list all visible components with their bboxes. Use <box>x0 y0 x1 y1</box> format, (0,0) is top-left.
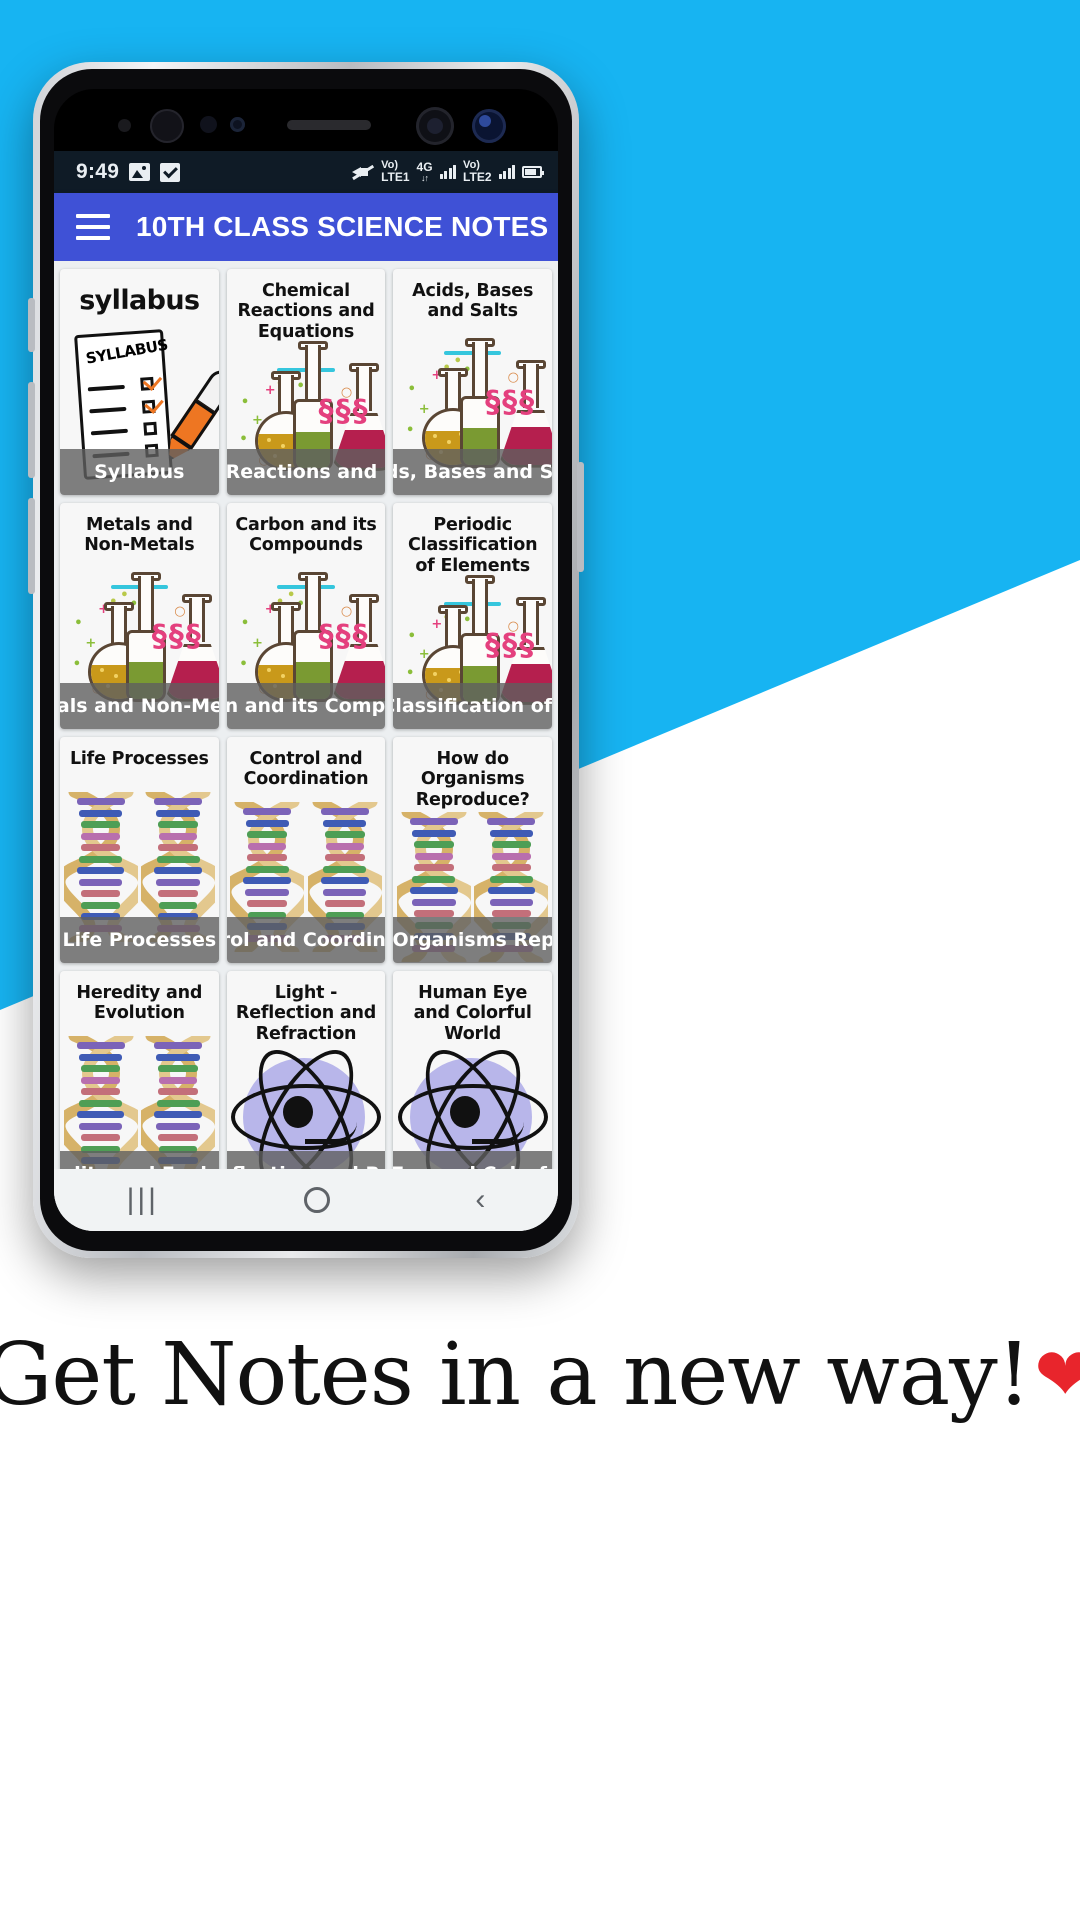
chapter-card[interactable]: Acids, Bases and Salts • + • + • • • ○ –… <box>393 269 552 495</box>
phone-button-volume-down[interactable] <box>28 498 35 594</box>
signal-bars-icon <box>439 164 457 180</box>
app-bar: 10TH CLASS SCIENCE NOTES <box>54 193 558 261</box>
proximity-sensor-icon <box>118 119 131 132</box>
led-indicator-icon <box>230 117 245 132</box>
chapter-card-title: Chemical Reactions and Equations <box>237 281 375 342</box>
chapter-card[interactable]: Periodic Classification of Elements • + … <box>393 503 552 729</box>
chapter-card-label: Control and Coordination <box>226 917 386 963</box>
hamburger-menu-icon[interactable] <box>76 214 110 240</box>
chapter-card-title: Light - Reflection and Refraction <box>235 983 377 1044</box>
chapter-card-label: Life Processes <box>60 917 219 963</box>
signal-bars-secondary-icon <box>498 164 515 180</box>
phone-sensor-row <box>54 89 558 151</box>
chapter-card[interactable]: Light - Reflection and Refraction Light-… <box>226 971 386 1197</box>
chapter-card-artwork: • + • + • • • ○ – • • + ○ §§§ Chemical R… <box>226 340 386 495</box>
phone-mockup: 9:49 Vo) LTE1 4G ↓↑ Vo) LTE2 10TH CLASS … <box>28 62 584 1258</box>
status-bar-right: Vo) LTE1 4G ↓↑ Vo) LTE2 <box>352 159 544 185</box>
chapter-card-artwork: • + • + • • • ○ – • • + ○ §§§ Periodic C… <box>393 574 552 729</box>
front-camera-secondary-icon <box>472 109 506 143</box>
light-sensor-icon <box>200 116 217 133</box>
chapter-card-artwork: SYLLABUS Syllabus <box>60 318 219 495</box>
chapter-card-label-text: How do Organisms Reproduce? <box>393 929 552 951</box>
system-nav-bar: ||| ‹ <box>54 1169 558 1231</box>
chapter-card-label: Periodic Classification of Elements <box>393 683 552 729</box>
chapter-card-label: How do Organisms Reproduce? <box>393 917 552 963</box>
network-type-indicator: 4G ↓↑ <box>416 160 433 183</box>
volte1-indicator: Vo) LTE1 <box>381 159 410 185</box>
chapter-card-artwork: How do Organisms Reproduce? <box>393 812 552 963</box>
chapter-card-title: Metals and Non-Metals <box>84 515 195 556</box>
chapter-card[interactable]: Control and Coordination Control and Coo… <box>226 737 386 963</box>
chapter-card-title: Heredity and Evolution <box>76 983 203 1024</box>
chapter-card-artwork: • + • + • • • ○ – • • + ○ §§§ Carbon and… <box>226 558 386 729</box>
chapter-card[interactable]: Human Eye and Colorful World Human Eye a… <box>393 971 552 1197</box>
page-title: 10TH CLASS SCIENCE NOTES <box>136 211 549 242</box>
earpiece-speaker <box>287 120 371 130</box>
chapter-card-artwork: Control and Coordination <box>226 792 386 963</box>
tagline: Get Notes in a new way! ❤ <box>0 1325 1080 1425</box>
chapter-card-label-text: Periodic Classification of Elements <box>393 695 552 717</box>
chapter-card-label: Syllabus <box>60 449 219 495</box>
chapter-card-title: Carbon and its Compounds <box>235 515 377 556</box>
phone-button-volume-up[interactable] <box>28 382 35 478</box>
chapter-grid: syllabus SYLLABUS Syllabus Chemical Reacti… <box>54 261 558 1197</box>
image-icon <box>129 163 151 181</box>
chapter-card-title: Human Eye and Colorful World <box>413 983 532 1044</box>
volte2-indicator: Vo) LTE2 <box>463 159 492 185</box>
chapter-card-artwork: • + • + • • • ○ – • • + ○ §§§ Acids, Bas… <box>393 324 552 495</box>
chapter-card-label-text: Control and Coordination <box>227 929 386 951</box>
chapter-card-title: Life Processes <box>69 749 209 769</box>
chapter-card-title: Periodic Classification of Elements <box>408 515 538 576</box>
iris-scanner-icon <box>150 109 184 143</box>
front-camera-icon <box>416 107 454 145</box>
heart-icon: ❤ <box>1034 1333 1080 1416</box>
back-button[interactable]: ‹ <box>475 1183 485 1217</box>
chapter-card-title: Control and Coordination <box>243 749 369 790</box>
chapter-card-label: Chemical Reactions and Equations <box>226 449 386 495</box>
phone-button-power[interactable] <box>577 462 584 572</box>
status-bar: 9:49 Vo) LTE1 4G ↓↑ Vo) LTE2 <box>54 151 558 193</box>
chapter-card-label: Metals and Non-Metals <box>60 683 219 729</box>
chapter-card[interactable]: Metals and Non-Metals • + • + • • • ○ – … <box>60 503 219 729</box>
chapter-card-label: Acids, Bases and Salts <box>393 449 552 495</box>
chapter-card-title: syllabus <box>79 285 200 316</box>
checkbox-icon <box>160 162 181 182</box>
status-bar-clock: 9:49 <box>76 160 120 183</box>
chapter-card[interactable]: syllabus SYLLABUS Syllabus <box>60 269 219 495</box>
chapter-card[interactable]: Chemical Reactions and Equations • + • +… <box>226 269 386 495</box>
chapter-card-label-text: Syllabus <box>94 461 185 483</box>
chapter-card-label-text: Metals and Non-Metals <box>60 695 219 717</box>
chapter-card-title: How do Organisms Reproduce? <box>415 749 530 810</box>
home-button[interactable] <box>304 1187 331 1213</box>
app-viewport: 9:49 Vo) LTE1 4G ↓↑ Vo) LTE2 10TH CLASS … <box>54 151 558 1231</box>
chapter-card-label-text: Chemical Reactions and Equations <box>226 461 386 483</box>
chapter-card-label-text: Acids, Bases and Salts <box>393 461 552 483</box>
phone-button-bixby[interactable] <box>28 298 35 352</box>
chapter-card-artwork: Life Processes <box>60 771 219 963</box>
tagline-text: Get Notes in a new way! <box>0 1325 1031 1425</box>
chapter-card[interactable]: How do Organisms Reproduce? How do Organ… <box>393 737 552 963</box>
phone-screen: 9:49 Vo) LTE1 4G ↓↑ Vo) LTE2 10TH CLASS … <box>54 89 558 1231</box>
phone-body: 9:49 Vo) LTE1 4G ↓↑ Vo) LTE2 10TH CLASS … <box>40 69 572 1251</box>
chapter-card-label-text: Life Processes <box>62 929 217 951</box>
battery-icon <box>522 165 544 178</box>
chapter-card-title: Acids, Bases and Salts <box>412 281 534 322</box>
chapter-card-label: Carbon and its Compounds <box>226 683 386 729</box>
recents-button[interactable]: ||| <box>127 1183 159 1217</box>
mute-icon <box>352 163 374 181</box>
chapter-card[interactable]: Heredity and Evolution Heredity and Evol… <box>60 971 219 1197</box>
chapter-card[interactable]: Carbon and its Compounds • + • + • • • ○… <box>226 503 386 729</box>
chapter-card-artwork: • + • + • • • ○ – • • + ○ §§§ Metals and… <box>60 558 219 729</box>
chapter-card[interactable]: Life Processes Life Processes <box>60 737 219 963</box>
status-bar-left: 9:49 <box>76 160 181 184</box>
chapter-card-label-text: Carbon and its Compounds <box>226 695 386 717</box>
